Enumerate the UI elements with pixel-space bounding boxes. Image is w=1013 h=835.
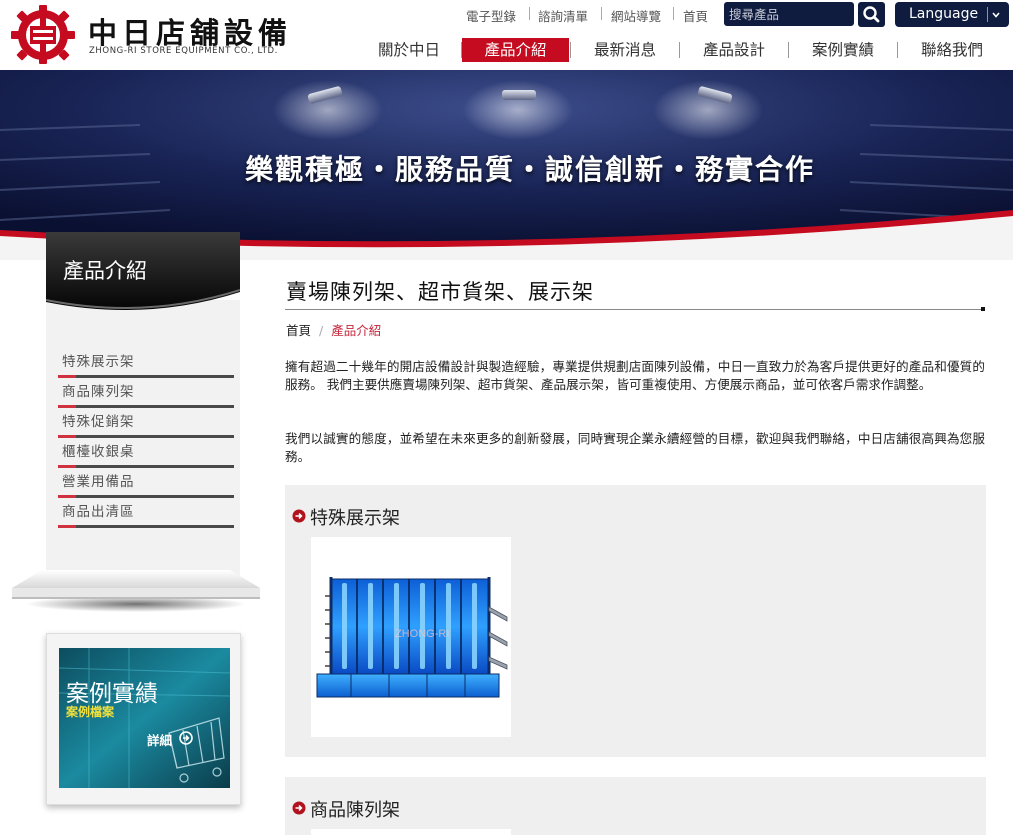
- nav-product-design[interactable]: 產品設計: [680, 38, 788, 62]
- divider: [601, 7, 602, 20]
- site-header: 中日店舖設備 ZHONG-RI STORE EQUIPMENT CO., LTD…: [0, 0, 1013, 70]
- link-home[interactable]: 首頁: [683, 6, 708, 25]
- sidebar-item-promo-rack[interactable]: 特殊促銷架: [58, 408, 234, 438]
- case-study-subtitle: 案例檔案: [66, 705, 115, 719]
- logo-english-name: ZHONG-RI STORE EQUIPMENT CO., LTD.: [89, 46, 278, 56]
- search-input[interactable]: [724, 2, 854, 26]
- divider: [987, 7, 988, 22]
- link-ecatalog[interactable]: 電子型錄: [466, 6, 516, 25]
- divider: [529, 7, 530, 20]
- site-logo[interactable]: 中日店舖設備 ZHONG-RI STORE EQUIPMENT CO., LTD…: [10, 4, 310, 64]
- arrow-circle-right-icon: [179, 731, 193, 745]
- sidebar-shelf-decoration: [12, 570, 260, 612]
- nav-cases[interactable]: 案例實績: [789, 38, 897, 62]
- thumbnail-watermark: ZHONG-RI: [395, 628, 449, 640]
- language-select[interactable]: Language: [895, 2, 1009, 27]
- sidebar-item-clearance[interactable]: 商品出清區: [58, 498, 234, 528]
- sidebar-item-checkout-counter[interactable]: 櫃檯收銀桌: [58, 438, 234, 468]
- link-inquiry-list[interactable]: 諮詢清單: [538, 6, 588, 25]
- case-study-more-link[interactable]: 詳細: [147, 730, 172, 749]
- intro-paragraph: 我們以誠實的態度，並希望在未來更多的創新發展，同時實現企業永續經營的目標，歡迎與…: [285, 431, 985, 464]
- nav-contact[interactable]: 聯絡我們: [898, 38, 1006, 62]
- category-thumbnail[interactable]: [311, 829, 511, 835]
- intro-paragraph: 擁有超過二十幾年的開店設備設計與製造經驗，專業提供規劃店面陳列設備，中日一直致力…: [285, 359, 985, 392]
- arrow-circle-right-icon: [292, 509, 306, 523]
- title-divider: [285, 309, 983, 310]
- sidebar-menu: 特殊展示架 商品陳列架 特殊促銷架 櫃檯收銀桌 營業用備品 商品出清區: [58, 348, 234, 528]
- sidebar-item-display-shelf[interactable]: 商品陳列架: [58, 378, 234, 408]
- page-title: 賣場陳列架、超市貨架、展示架: [286, 280, 594, 304]
- case-study-promo[interactable]: 案例實績 案例檔案 詳細: [46, 633, 241, 805]
- breadcrumb-current: 產品介紹: [331, 323, 382, 338]
- category-title[interactable]: 商品陳列架: [310, 796, 400, 822]
- breadcrumb-separator: /: [319, 323, 324, 338]
- breadcrumb: 首頁 / 產品介紹: [286, 320, 381, 339]
- nav-about[interactable]: 關於中日: [366, 38, 452, 62]
- sidebar-item-special-display[interactable]: 特殊展示架: [58, 348, 234, 378]
- chevron-down-icon: [992, 12, 1000, 18]
- search-icon: [863, 6, 880, 23]
- search-button[interactable]: [858, 2, 885, 27]
- link-sitemap[interactable]: 網站導覽: [611, 6, 661, 25]
- logo-gear-icon: [11, 5, 75, 64]
- category-card-special-display: 特殊展示架 ZHONG-RI: [285, 485, 986, 757]
- category-thumbnail[interactable]: ZHONG-RI: [311, 537, 511, 737]
- divider: [673, 7, 674, 20]
- nav-products[interactable]: 產品介紹: [462, 38, 569, 62]
- category-card-display-shelf: 商品陳列架: [285, 777, 986, 835]
- nav-news[interactable]: 最新消息: [571, 38, 679, 62]
- language-label: Language: [909, 6, 979, 22]
- display-rack-image: ZHONG-RI: [316, 577, 508, 698]
- sidebar-title: 產品介紹: [63, 259, 147, 283]
- title-divider-dot: [981, 307, 985, 311]
- arrow-circle-right-icon: [292, 801, 306, 815]
- breadcrumb-home[interactable]: 首頁: [286, 323, 311, 338]
- category-title[interactable]: 特殊展示架: [310, 504, 400, 530]
- banner-slogan: 樂觀積極・服務品質・誠信創新・務實合作: [244, 153, 815, 186]
- sidebar-item-business-supplies[interactable]: 營業用備品: [58, 468, 234, 498]
